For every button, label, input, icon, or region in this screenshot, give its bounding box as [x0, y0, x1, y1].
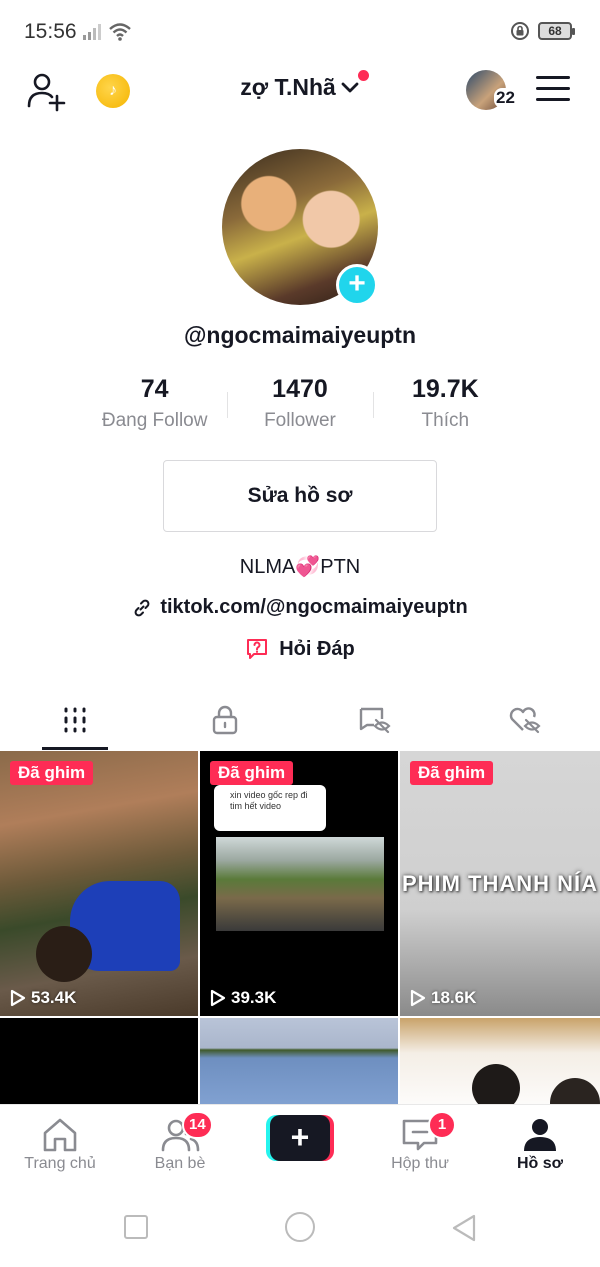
grid-icon — [64, 707, 86, 733]
qa-button[interactable]: Hỏi Đáp — [0, 637, 600, 661]
video-thumbnail[interactable]: xin video gốc rep đi tim hết video Đã gh… — [200, 751, 398, 1016]
nav-profile[interactable]: Hồ sơ — [480, 1105, 600, 1186]
nav-label: Hộp thư — [391, 1155, 449, 1172]
coin-icon[interactable]: ♪ — [96, 74, 130, 108]
view-count: 18.6K — [410, 988, 476, 1008]
play-icon — [210, 989, 226, 1007]
play-icon — [410, 989, 426, 1007]
video-grid: Đã ghim 53.4K xin video gốc rep đi tim h… — [0, 751, 600, 1118]
thumbnail-image — [216, 837, 384, 931]
nav-inbox[interactable]: Hộp thư 1 — [360, 1105, 480, 1186]
stat-followers[interactable]: 1470 Follower — [227, 372, 372, 432]
profile-icon — [524, 1119, 556, 1151]
view-count: 53.4K — [10, 988, 76, 1008]
battery-indicator: 68 — [538, 22, 575, 40]
stat-label: Đang Follow — [101, 410, 208, 431]
account-switcher[interactable]: zợ T.Nhã — [215, 70, 385, 101]
menu-icon[interactable] — [536, 76, 570, 104]
plus-icon: + — [270, 1115, 330, 1161]
hidden-repost-icon — [359, 707, 391, 734]
nav-label: Trang chủ — [24, 1155, 96, 1172]
wifi-icon — [109, 23, 131, 41]
chevron-down-icon — [341, 82, 359, 92]
video-thumbnail[interactable]: PHIM THANH NÍA Đã ghim 18.6K — [400, 751, 600, 1016]
view-count: 39.3K — [210, 988, 276, 1008]
thumbnail-overlay-text: PHIM THANH NÍA — [401, 871, 599, 896]
hidden-like-icon — [509, 707, 541, 734]
home-button-icon[interactable] — [285, 1212, 315, 1242]
stat-value: 1470 — [272, 375, 328, 403]
stat-label: Follower — [264, 410, 336, 431]
profile-bio: NLMA💞PTN — [239, 556, 361, 578]
tab-videos[interactable] — [0, 690, 150, 750]
link-icon — [134, 599, 150, 616]
following-badge-count: 22 — [494, 88, 517, 108]
tab-reposts[interactable] — [300, 690, 450, 750]
status-time: 15:56 — [24, 20, 77, 43]
bottom-nav: Trang chủ Bạn bè 14 + Hộp thư 1 Hồ sơ — [0, 1104, 600, 1186]
friends-badge: 14 — [182, 1111, 213, 1139]
profile-tabs — [0, 690, 600, 750]
status-bar: 15:56 68 — [0, 0, 600, 62]
thumbnail-figure — [36, 926, 92, 982]
lock-icon — [212, 705, 238, 735]
video-thumbnail[interactable] — [200, 1018, 398, 1118]
tab-private[interactable] — [150, 690, 300, 750]
view-count-text: 18.6K — [431, 988, 477, 1007]
stat-likes[interactable]: 19.7K Thích — [372, 372, 518, 432]
signal-icon — [83, 24, 101, 40]
add-story-icon[interactable]: + — [336, 264, 378, 306]
edit-profile-button[interactable]: Sửa hồ sơ — [163, 460, 437, 532]
play-icon — [10, 989, 26, 1007]
question-icon — [247, 639, 268, 659]
nav-label: Hồ sơ — [516, 1155, 564, 1172]
qa-label: Hỏi Đáp — [279, 637, 355, 660]
pinned-badge: Đã ghim — [410, 761, 494, 785]
stat-label: Thích — [421, 410, 470, 431]
nav-home[interactable]: Trang chủ — [0, 1105, 120, 1186]
account-name: zợ T.Nhã — [240, 74, 336, 100]
link-text: tiktok.com/@ngocmaimaiyeuptn — [160, 596, 468, 618]
status-right: 68 — [510, 21, 575, 41]
home-icon — [43, 1118, 77, 1152]
profile-link[interactable]: tiktok.com/@ngocmaimaiyeuptn — [0, 596, 600, 619]
nav-friends[interactable]: Bạn bè 14 — [120, 1105, 240, 1186]
view-count-text: 39.3K — [231, 988, 277, 1007]
username: @ngocmaimaiyeuptn — [183, 322, 417, 348]
profile-header: ♪ zợ T.Nhã 22 — [0, 62, 600, 122]
comment-bubble: xin video gốc rep đi tim hết video — [214, 785, 326, 831]
back-icon[interactable] — [450, 1213, 478, 1243]
profile-stats: 74 Đang Follow 1470 Follower 19.7K Thích — [82, 372, 518, 432]
video-thumbnail[interactable]: Đã ghim 53.4K — [0, 751, 198, 1016]
rotation-lock-icon — [511, 22, 529, 40]
tab-liked[interactable] — [450, 690, 600, 750]
notification-dot — [358, 70, 369, 81]
stat-value: 19.7K — [411, 375, 479, 403]
video-thumbnail[interactable] — [400, 1018, 600, 1118]
system-nav-bar — [0, 1186, 600, 1267]
pinned-badge: Đã ghim — [10, 761, 94, 785]
stat-value: 74 — [140, 375, 169, 403]
recent-apps-icon[interactable] — [124, 1215, 148, 1239]
video-thumbnail[interactable] — [0, 1018, 198, 1118]
stat-following[interactable]: 74 Đang Follow — [82, 372, 227, 432]
inbox-badge: 1 — [428, 1111, 456, 1139]
nav-create[interactable]: + — [240, 1105, 360, 1186]
create-button[interactable]: + — [266, 1115, 334, 1161]
nav-label: Bạn bè — [154, 1155, 206, 1172]
pinned-badge: Đã ghim — [210, 761, 294, 785]
add-friend-icon[interactable] — [26, 70, 68, 112]
view-count-text: 53.4K — [31, 988, 77, 1007]
